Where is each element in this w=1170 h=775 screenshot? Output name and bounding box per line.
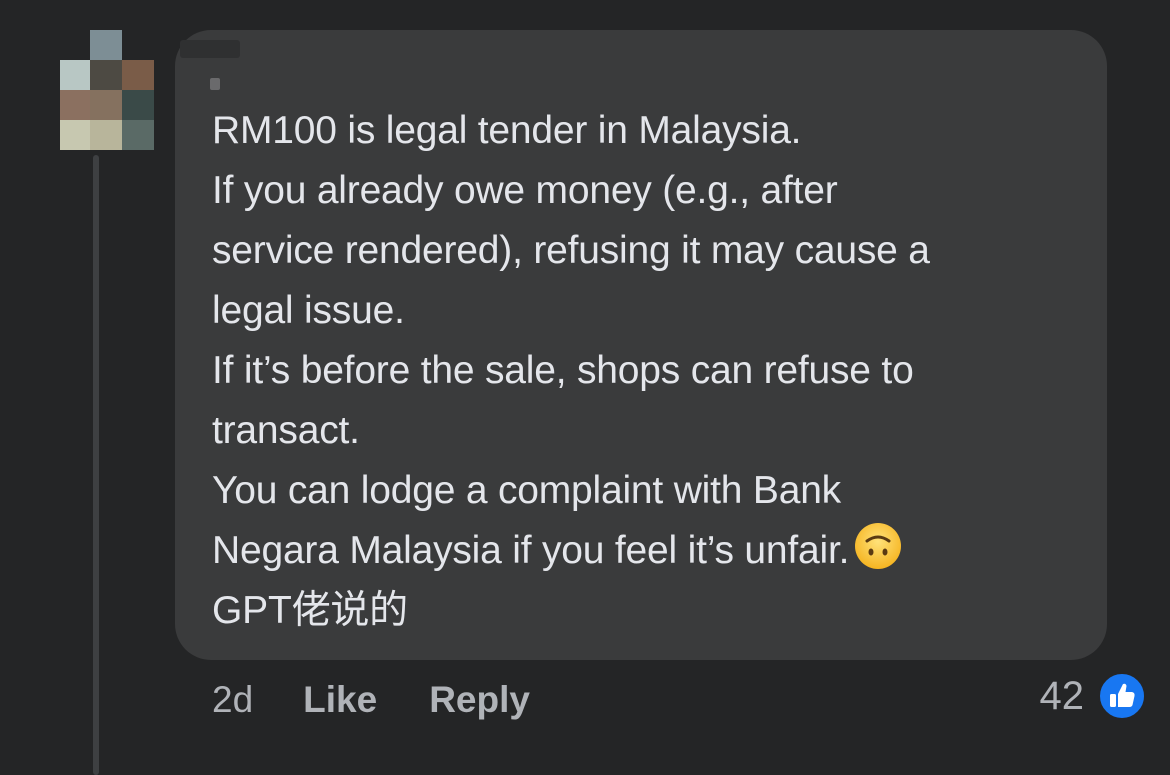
- avatar[interactable]: [60, 30, 156, 150]
- comment-line: service rendered), refusing it may cause…: [212, 229, 930, 272]
- comment-line: If it’s before the sale, shops can refus…: [212, 349, 914, 392]
- comment-line: GPT佬说的: [212, 589, 408, 632]
- reply-button[interactable]: Reply: [429, 679, 530, 721]
- author-name-fragment: [210, 78, 220, 90]
- reaction-summary[interactable]: 42: [1040, 670, 1146, 722]
- comment-line-with-emoji: Negara Malaysia if you feel it’s unfair.: [212, 521, 1092, 581]
- thread-line: [93, 155, 99, 775]
- like-button[interactable]: Like: [303, 679, 377, 721]
- upside-down-face-icon: [855, 523, 902, 569]
- comment-line: legal issue.: [212, 289, 405, 332]
- comment-text: RM100 is legal tender in Malaysia. If yo…: [212, 101, 1092, 641]
- comment-line-text: Negara Malaysia if you feel it’s unfair.: [212, 529, 850, 572]
- comment-line: RM100 is legal tender in Malaysia.: [212, 109, 802, 152]
- reaction-count[interactable]: 42: [1040, 674, 1085, 719]
- comment-line: transact.: [212, 409, 360, 452]
- timestamp[interactable]: 2d: [212, 679, 253, 721]
- author-name-redacted[interactable]: [180, 40, 240, 58]
- comment-actions: 2d Like Reply: [212, 676, 582, 724]
- comment-line: You can lodge a complaint with Bank: [212, 469, 841, 512]
- like-icon: [1098, 672, 1146, 720]
- comment-line: If you already owe money (e.g., after: [212, 169, 838, 212]
